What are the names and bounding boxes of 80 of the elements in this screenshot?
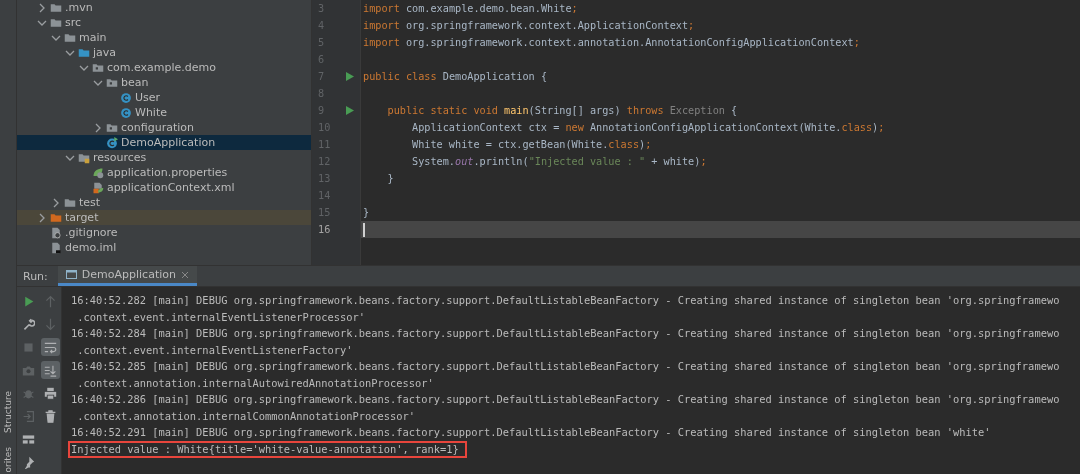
tree-item[interactable]: DemoApplication: [17, 135, 311, 150]
console-line: 16:40:52.284 [main] DEBUG org.springframework.beans.factory.support.DefaultListableBeanFactory - Creating shared instance of singleton bean 'org.springframewo: [71, 326, 1060, 341]
tree-item[interactable]: application.properties: [17, 165, 311, 180]
run-gutter-icon[interactable]: [346, 72, 354, 81]
console-line: 16:40:52.282 [main] DEBUG org.springframework.beans.factory.support.DefaultListableBeanFactory - Creating shared instance of singleton bean 'org.springframewo: [71, 293, 1060, 308]
exit-icon: [21, 409, 35, 423]
scroll-to-end-button[interactable]: [40, 361, 60, 379]
tree-item[interactable]: resources: [17, 150, 311, 165]
tree-item[interactable]: com.example.demo: [17, 60, 311, 75]
folder-icon: [50, 1, 62, 14]
chevron-icon[interactable]: [37, 212, 47, 223]
package-icon: [92, 61, 104, 74]
folder-icon: [64, 31, 76, 44]
tree-item[interactable]: .mvn: [17, 0, 311, 15]
code-line: public static void main(String[] args) throws Exception {: [386, 105, 738, 116]
tree-item[interactable]: White: [17, 105, 311, 120]
console-line: .context.annotation.internalAutowiredAnnotationProcessor': [76, 375, 434, 391]
down-arrow-icon: [43, 317, 57, 331]
class-icon: [120, 91, 132, 104]
folder-icon: [64, 196, 76, 209]
up-arrow-icon: [43, 294, 57, 308]
chevron-icon[interactable]: [93, 122, 103, 133]
console-line: 16:40:52.286 [main] DEBUG org.springframework.beans.factory.support.DefaultListableBeanFactory - Creating shared instance of singleton bean 'org.springframewo: [71, 392, 1060, 407]
class-icon: [120, 106, 132, 119]
file-icon: [50, 226, 62, 239]
run-gutter-icon[interactable]: [346, 106, 354, 115]
printer-icon: [43, 386, 57, 400]
wrench-icon: [21, 317, 35, 331]
leaf-icon: [92, 166, 104, 179]
tree-item[interactable]: target: [17, 210, 311, 225]
trash-icon: [43, 409, 57, 423]
code-line: import com.example.demo.bean.White;: [363, 3, 578, 14]
console-line: 16:40:52.285 [main] DEBUG org.springframework.beans.factory.support.DefaultListableBeanFactory - Creating shared instance of singleton bean 'org.springframewo: [71, 359, 1060, 374]
tool-window-tab[interactable]: Structure: [3, 390, 13, 433]
tree-item[interactable]: demo.iml: [17, 240, 311, 255]
code-line: System.out.println("Injected value : " + white);: [411, 156, 707, 167]
tool-window-tab[interactable]: orites: [3, 446, 13, 472]
package-icon: [106, 121, 118, 134]
layout-icon: [21, 432, 35, 446]
package-icon: [106, 76, 118, 89]
close-icon[interactable]: [180, 270, 189, 279]
camera-icon: [21, 363, 35, 377]
console-line: .context.event.internalEventListenerFactory': [76, 342, 353, 358]
code-line: import org.springframework.context.annotation.AnnotationConfigApplicationContext;: [363, 37, 860, 48]
code-line: ApplicationContext ctx = new AnnotationConfigApplicationContext(White.class);: [411, 122, 885, 133]
code-line: }: [386, 173, 394, 184]
soft-wrap-button[interactable]: [40, 338, 60, 356]
soft-wrap-icon: [43, 340, 57, 354]
stop-icon: [21, 340, 35, 354]
tree-item[interactable]: test: [17, 195, 311, 210]
code-line: White white = ctx.getBean(White.class);: [411, 139, 652, 150]
chevron-icon[interactable]: [37, 2, 47, 13]
console-icon: [65, 269, 77, 280]
tree-item[interactable]: src: [17, 15, 311, 30]
resources-folder-icon: [78, 151, 90, 164]
code-line: }: [363, 207, 370, 218]
tree-item[interactable]: .gitignore: [17, 225, 311, 240]
console-line: .context.event.internalEventListenerProcessor': [76, 309, 366, 325]
tree-item[interactable]: java: [17, 45, 311, 60]
console-line: .context.annotation.internalCommonAnnotationProcessor': [76, 408, 416, 424]
tree-item[interactable]: applicationContext.xml: [17, 180, 311, 195]
module-file-icon: [50, 241, 62, 254]
tree-item[interactable]: User: [17, 90, 311, 105]
scroll-to-end-icon: [43, 363, 57, 377]
line-number: 16: [318, 224, 331, 235]
folder-icon: [78, 46, 90, 59]
run-tab[interactable]: DemoApplication: [57, 266, 197, 286]
code-line: import org.springframework.context.ApplicationContext;: [363, 20, 695, 31]
tree-item[interactable]: bean: [17, 75, 311, 90]
code-line: public class DemoApplication {: [363, 71, 547, 82]
xml-file-icon: [92, 181, 104, 194]
runnable-class-icon: [106, 136, 118, 149]
run-label: Run:: [22, 268, 49, 285]
console-line: 16:40:52.291 [main] DEBUG org.springframework.beans.factory.support.DefaultListableBeanFactory - Creating shared instance of singleton bean 'white': [71, 425, 991, 440]
text-caret: [363, 222, 365, 237]
folder-icon: [50, 211, 62, 224]
chevron-icon[interactable]: [51, 197, 61, 208]
tree-item[interactable]: main: [17, 30, 311, 45]
tree-item[interactable]: configuration: [17, 120, 311, 135]
folder-icon: [50, 16, 62, 29]
